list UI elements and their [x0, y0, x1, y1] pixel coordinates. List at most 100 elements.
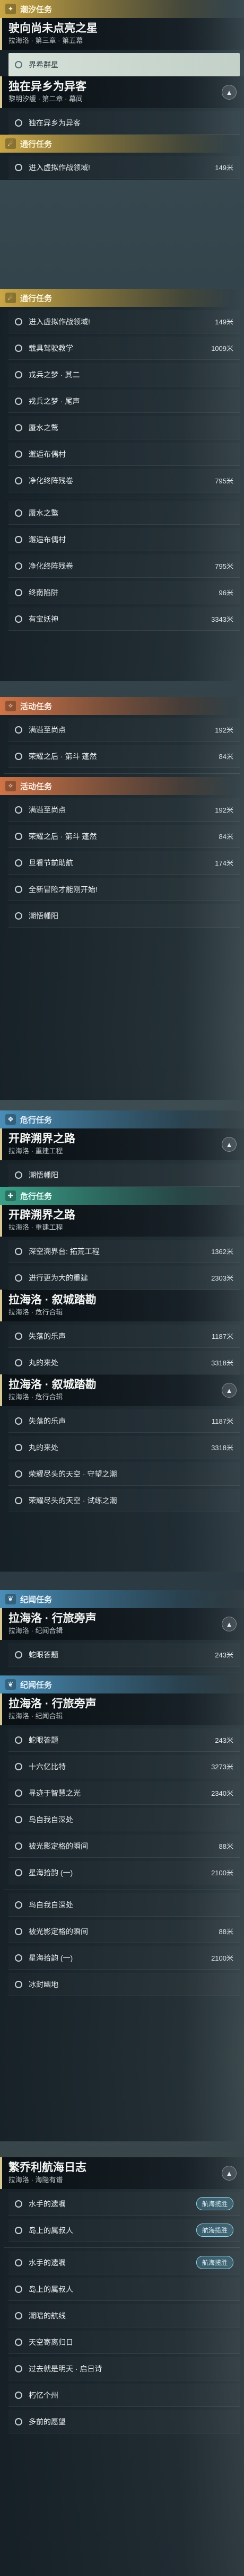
- quest-title-block[interactable]: 拉海洛 · 行旅旁声 拉海洛 · 纪闻合辑: [0, 1693, 244, 1725]
- objective-ring-icon: [15, 1980, 22, 1988]
- objective-row[interactable]: 丸的来处 3318米: [8, 1436, 240, 1459]
- objective-row[interactable]: 冰封幽地: [8, 1973, 240, 1996]
- objective-label: 蜃水之鹜: [29, 508, 58, 517]
- quest-title-block[interactable]: 拉海洛 · 叙城踏勘 拉海洛 · 危行合辑 ▲: [0, 1374, 244, 1406]
- objective-row[interactable]: 鸟自我自深处: [8, 1893, 240, 1917]
- objective-row[interactable]: 十六亿比特 3273米: [8, 1755, 240, 1778]
- collapse-icon[interactable]: ▲: [222, 1137, 237, 1152]
- objective-row[interactable]: 进入虚拟作战领域! 149米: [8, 310, 240, 333]
- objective-row[interactable]: 多前的愿望: [8, 2410, 240, 2433]
- objective-distance: 3343米: [211, 615, 233, 623]
- objective-label: 被光影定格的瞬间: [29, 1927, 88, 1936]
- objective-row[interactable]: 载具驾驶教学 1009米: [8, 337, 240, 360]
- objective-row[interactable]: 旦看节前助航 174米: [8, 851, 240, 875]
- objective-ring-icon: [15, 752, 22, 760]
- objective-row[interactable]: 戎兵之梦 · 尾声: [8, 390, 240, 413]
- collapse-icon[interactable]: ▲: [222, 1617, 237, 1631]
- objective-row[interactable]: 荣耀尽头的天空 · 守望之潮: [8, 1462, 240, 1486]
- quest-title-block[interactable]: 拉海洛 · 行旅旁声 拉海洛 · 纪闻合辑 ▲: [0, 1608, 244, 1640]
- objective-row[interactable]: 蜃水之鹜: [8, 501, 240, 525]
- quest-title-block[interactable]: 繁乔利航海日志 拉海洛 · 海隐有谱 ▲: [0, 2157, 244, 2189]
- section-divider: [4, 773, 240, 774]
- objective-row[interactable]: 有宝妖神 3343米: [8, 607, 240, 631]
- objective-row[interactable]: 水手的遗嘱 航海揽胜: [8, 2192, 240, 2216]
- category-label: 纪闻任务: [20, 1595, 53, 1604]
- category-header[interactable]: ✚ 危行任务: [0, 1187, 244, 1205]
- objective-row[interactable]: 进行更为大的重建 2303米: [8, 1266, 240, 1290]
- objective-row[interactable]: 蛇眼答题 243米: [8, 1643, 240, 1666]
- objective-ring-icon: [15, 535, 22, 543]
- category-header[interactable]: ✧ 活动任务: [0, 697, 244, 715]
- objective-row[interactable]: 净化终阵残卷 795米: [8, 469, 240, 492]
- objective-row[interactable]: 星海拾韵 (一) 2100米: [8, 1946, 240, 1970]
- objective-row[interactable]: 星海拾韵 (一) 2100米: [8, 1861, 240, 1884]
- objective-row[interactable]: 岛上的属叔人: [8, 2278, 240, 2301]
- objective-row[interactable]: 终南陷阱 96米: [8, 581, 240, 604]
- objective-row[interactable]: 丸的来处 3318米: [8, 1351, 240, 1374]
- objective-row[interactable]: 荣耀之后 · 第斗 蓬然 84米: [8, 825, 240, 848]
- objective-row[interactable]: 被光影定格的瞬间 88米: [8, 1920, 240, 1943]
- quest-title-block[interactable]: 开辟溯界之路 拉海洛 · 重建工程 ▲: [0, 1128, 244, 1160]
- category-header[interactable]: ❦ 纪闻任务: [0, 1675, 244, 1693]
- objective-label: 失落的乐声: [29, 1331, 66, 1340]
- objective-row[interactable]: 荣耀尽头的天空 · 试练之潮: [8, 1489, 240, 1512]
- objective-row[interactable]: 鸟自我自深处: [8, 1808, 240, 1831]
- objective-ring-icon: [15, 1496, 22, 1504]
- objective-distance: 3318米: [211, 1359, 233, 1367]
- objective-row[interactable]: 潮悟幡阳: [8, 1163, 240, 1187]
- quest-title-block[interactable]: 独在异乡为异客 黎明汐缓 · 第二章 · 幕间 ▲: [0, 76, 244, 108]
- category-header[interactable]: ❦ 纪闻任务: [0, 1590, 244, 1608]
- objective-distance: 2303米: [211, 1274, 233, 1282]
- objective-distance: 174米: [215, 859, 233, 867]
- collapse-icon[interactable]: ▲: [222, 1383, 237, 1398]
- category-header[interactable]: ☄ 通行任务: [0, 135, 244, 153]
- objective-label: 潮悟幡阳: [29, 1170, 58, 1179]
- objective-label: 星海拾韵 (一): [29, 1868, 73, 1877]
- objective-row[interactable]: 潮悟幡阳: [8, 904, 240, 928]
- objective-row[interactable]: 界希群星: [8, 53, 240, 76]
- collapse-icon[interactable]: ▲: [222, 85, 237, 100]
- objective-distance: 96米: [219, 589, 233, 597]
- category-label: 危行任务: [20, 1192, 53, 1201]
- objective-row[interactable]: 被光影定格的瞬间 88米: [8, 1834, 240, 1858]
- objective-label: 进入虚拟作战领域!: [29, 163, 90, 172]
- quest-title: 拉海洛 · 叙城踏勘: [8, 1294, 97, 1306]
- objective-row[interactable]: 荣耀之后 · 第斗 蓬然 84米: [8, 745, 240, 768]
- objective-row[interactable]: 过去就是明天 · 启日诗: [8, 2357, 240, 2380]
- objective-row[interactable]: 独在异乡为异客: [8, 111, 240, 135]
- category-icon: ✚: [5, 1190, 16, 1201]
- objective-row[interactable]: 天空寄离归日: [8, 2331, 240, 2354]
- objective-row[interactable]: 满溢至尚点 192米: [8, 798, 240, 822]
- objective-row[interactable]: 满溢至尚点 192米: [8, 718, 240, 742]
- category-header[interactable]: ✧ 活动任务: [0, 777, 244, 795]
- objective-ring-icon: [15, 1358, 22, 1366]
- objective-row[interactable]: 深空溯界台: 拓荒工程 1362米: [8, 1240, 240, 1263]
- category-header[interactable]: ❖ 危行任务: [0, 1110, 244, 1128]
- category-header[interactable]: ✦ 潮汐任务: [0, 0, 244, 18]
- objective-row[interactable]: 邂逅布偶村: [8, 528, 240, 551]
- objective-row[interactable]: 邂逅布偶村: [8, 443, 240, 466]
- objective-row[interactable]: 蛇眼答题 243米: [8, 1728, 240, 1752]
- category-icon: ✧: [5, 781, 16, 791]
- quest-log-scroll[interactable]: ✦ 潮汐任务 驶向尚未点亮之星 拉海洛 · 第三章 · 第五幕界希群星 独在异乡为异客黎…: [0, 0, 244, 2576]
- objective-row[interactable]: 全新冒险才能刚开始!: [8, 878, 240, 901]
- objective-row[interactable]: 进入虚拟作战领域! 149米: [8, 156, 240, 179]
- quest-title-block[interactable]: 开辟溯界之路 拉海洛 · 重建工程: [0, 1205, 244, 1237]
- objective-row[interactable]: 戎兵之梦 · 其二: [8, 363, 240, 386]
- objective-row[interactable]: 寻迹于智慧之光 2340米: [8, 1781, 240, 1805]
- category-icon: ✦: [5, 4, 16, 14]
- objective-row[interactable]: 净化终阵残卷 795米: [8, 554, 240, 578]
- objective-row[interactable]: 蜃水之鹜: [8, 416, 240, 439]
- objective-row[interactable]: 水手的遗嘱 航海揽胜: [8, 2251, 240, 2274]
- category-header[interactable]: ☄ 通行任务: [0, 289, 244, 307]
- collapse-icon[interactable]: ▲: [222, 2166, 237, 2181]
- objective-row[interactable]: 潮暗的航线: [8, 2304, 240, 2327]
- quest-title: 开辟溯界之路: [8, 1209, 75, 1221]
- quest-title-block[interactable]: 拉海洛 · 叙城踏勘 拉海洛 · 危行合辑: [0, 1290, 244, 1321]
- quest-title-block[interactable]: 驶向尚未点亮之星 拉海洛 · 第三章 · 第五幕: [0, 18, 244, 50]
- objective-row[interactable]: 朽忆个州: [8, 2384, 240, 2407]
- objective-row[interactable]: 失落的乐声 1187米: [8, 1325, 240, 1348]
- objective-row[interactable]: 岛上的属叔人 航海揽胜: [8, 2219, 240, 2242]
- objective-row[interactable]: 失落的乐声 1187米: [8, 1409, 240, 1433]
- objective-ring-icon: [15, 1651, 22, 1658]
